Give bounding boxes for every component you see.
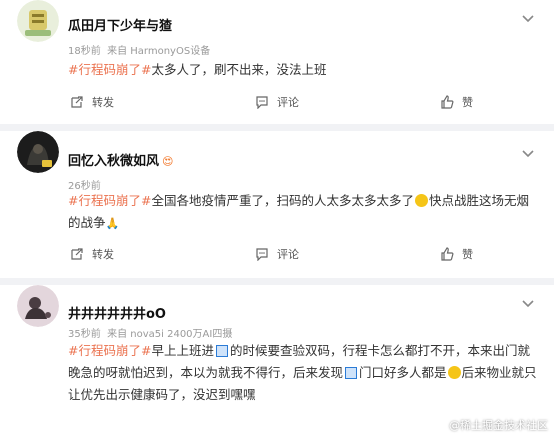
emoji-icon <box>414 194 428 207</box>
post-time[interactable]: 35秒前 <box>68 329 101 340</box>
avatar-image <box>17 131 59 173</box>
post-time[interactable]: 18秒前 <box>68 46 101 57</box>
inline-image-icon[interactable] <box>345 367 358 379</box>
username[interactable]: 瓜田月下少年与猹 <box>68 15 172 34</box>
hashtag-link[interactable]: #行程码崩了# <box>68 62 151 77</box>
comment-icon <box>256 248 268 261</box>
post-meta: 18秒前 来自 HarmonyOS设备 <box>68 42 210 57</box>
avatar-image <box>17 0 59 42</box>
repost-label: 转发 <box>92 96 114 109</box>
inline-image-icon[interactable] <box>215 345 228 357</box>
comment-label: 评论 <box>277 96 299 109</box>
repost-button[interactable]: 转发 <box>70 246 114 262</box>
post-body-c: 门口好多人都是 <box>359 365 447 380</box>
comment-label: 评论 <box>277 248 299 261</box>
chevron-down-icon[interactable] <box>521 14 535 24</box>
thumbs-up-icon <box>441 95 454 109</box>
thumbs-up-icon <box>441 247 454 261</box>
hashtag-link[interactable]: #行程码崩了# <box>68 193 151 208</box>
comment-button[interactable]: 评论 <box>255 94 299 110</box>
post-text: #行程码崩了#太多人了，刷不出来，没法上班 <box>68 59 538 81</box>
hashtag-link[interactable]: #行程码崩了# <box>68 343 151 358</box>
post-body-a: 全国各地疫情严重了，扫码的人太多太多太多了 <box>151 193 414 208</box>
repost-icon <box>71 96 83 108</box>
avatar[interactable] <box>17 285 59 327</box>
emoji-icon <box>447 366 461 379</box>
repost-icon <box>71 248 83 260</box>
username[interactable]: 井井井井井井oO <box>68 303 166 322</box>
post-text: #行程码崩了#全国各地疫情严重了，扫码的人太多太多太多了 快点战胜这场无烟的战争🙏 <box>68 190 538 235</box>
post-body: 太多人了，刷不出来，没法上班 <box>151 62 327 77</box>
avatar[interactable] <box>17 0 59 42</box>
post-source: 来自 nova5i 2400万AI四摄 <box>107 329 233 340</box>
post-text: #行程码崩了#早上上班进 的时候要查验双码，行程卡怎么都打不开，本来出门就晚急的呀… <box>68 340 538 406</box>
like-label: 赞 <box>462 248 473 261</box>
post-meta: 35秒前 来自 nova5i 2400万AI四摄 <box>68 325 232 340</box>
avatar[interactable] <box>17 131 59 173</box>
post-source: 来自 HarmonyOS设备 <box>107 46 211 57</box>
username[interactable]: 回忆入秋微如风 😍 <box>68 150 173 169</box>
pray-emoji-icon: 🙏 <box>105 217 120 230</box>
chevron-down-icon[interactable] <box>521 149 535 159</box>
post-body-a: 早上上班进 <box>151 343 214 358</box>
vip-badge-icon: 😍 <box>162 155 174 168</box>
repost-button[interactable]: 转发 <box>70 94 114 110</box>
avatar-image <box>17 285 59 327</box>
like-label: 赞 <box>462 96 473 109</box>
like-button[interactable]: 赞 <box>440 246 473 262</box>
like-button[interactable]: 赞 <box>440 94 473 110</box>
chevron-down-icon[interactable] <box>521 299 535 309</box>
comment-button[interactable]: 评论 <box>255 246 299 262</box>
repost-label: 转发 <box>92 248 114 261</box>
comment-icon <box>256 96 268 109</box>
watermark: @稀土掘金技术社区 <box>449 419 548 432</box>
